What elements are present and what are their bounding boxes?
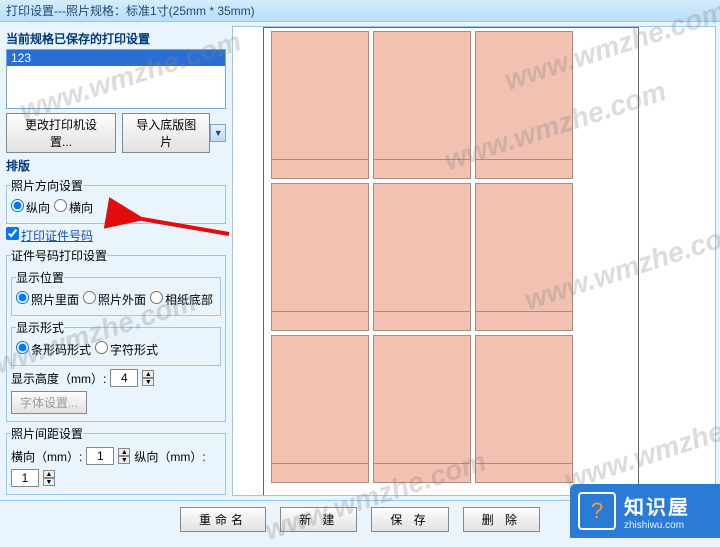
logo-cn: 知识屋 [624, 491, 690, 520]
change-printer-button[interactable]: 更改打印机设置... [6, 113, 116, 153]
delete-button[interactable]: 删 除 [463, 507, 540, 532]
layout-header: 排版 [6, 157, 226, 174]
preview-cell [475, 335, 573, 483]
height-spinner[interactable]: ▲▼ [142, 370, 154, 386]
height-input[interactable] [110, 369, 138, 387]
save-button[interactable]: 保 存 [371, 507, 448, 532]
spacing-group: 照片间距设置 横向（mm）: ▲▼ 纵向（mm）: ▲▼ [6, 425, 226, 495]
preview-cell [373, 183, 471, 331]
preview-cell [271, 31, 369, 179]
pos-paper-bottom[interactable]: 相纸底部 [150, 291, 213, 308]
preview-cell [271, 335, 369, 483]
id-settings-legend: 证件号码打印设置 [11, 247, 107, 264]
preview-cell [271, 183, 369, 331]
orientation-legend: 照片方向设置 [11, 177, 83, 194]
logo-icon: ? [578, 492, 616, 530]
id-settings-group: 证件号码打印设置 显示位置 照片里面 照片外面 相纸底部 显示形式 条形码形式 … [6, 247, 226, 422]
spacing-v-input[interactable] [11, 469, 39, 487]
orientation-landscape[interactable]: 横向 [54, 199, 93, 216]
logo-en: zhishiwu.com [624, 520, 690, 531]
preview-cell [373, 31, 471, 179]
preview-cell [475, 31, 573, 179]
new-button[interactable]: 新 建 [280, 507, 357, 532]
orientation-portrait[interactable]: 纵向 [11, 199, 50, 216]
main-area: 当前规格已保存的打印设置 123 更改打印机设置... 导入底版图片 ▼ 排版 … [0, 22, 720, 500]
saved-settings-list[interactable]: 123 [6, 49, 226, 109]
display-form-group: 显示形式 条形码形式 字符形式 [11, 319, 221, 366]
print-id-checkbox[interactable]: 打印证件号码 [6, 227, 93, 244]
preview-pane [232, 26, 716, 496]
saved-item[interactable]: 123 [7, 50, 225, 66]
preview-cell [373, 335, 471, 483]
display-position-group: 显示位置 照片里面 照片外面 相纸底部 [11, 269, 221, 316]
pos-outside[interactable]: 照片外面 [83, 291, 146, 308]
font-settings-button: 字体设置... [11, 391, 87, 414]
preview-grid [271, 31, 573, 483]
form-text[interactable]: 字符形式 [95, 341, 158, 358]
orientation-group: 照片方向设置 纵向 横向 [6, 177, 226, 224]
count-group: 照片数量设置 排满整页 自定义张数 横向张数: ▲▼ 纵向张数: ▲▼ [6, 498, 226, 500]
rename-button[interactable]: 重命名 [180, 507, 266, 532]
site-logo-badge: ? 知识屋 zhishiwu.com [570, 484, 720, 538]
spacing-h-input[interactable] [86, 447, 114, 465]
pos-inside[interactable]: 照片里面 [16, 291, 79, 308]
chevron-down-icon[interactable]: ▼ [210, 124, 226, 142]
window-titlebar: 打印设置---照片规格：标准1寸(25mm * 35mm) [0, 0, 720, 22]
spacing-v-spinner[interactable]: ▲▼ [43, 470, 55, 486]
left-panel: 当前规格已保存的打印设置 123 更改打印机设置... 导入底版图片 ▼ 排版 … [0, 22, 232, 500]
import-template-button[interactable]: 导入底版图片 [122, 113, 210, 153]
height-label: 显示高度（mm）: [11, 370, 106, 387]
saved-settings-title: 当前规格已保存的打印设置 [6, 30, 226, 47]
spacing-h-spinner[interactable]: ▲▼ [118, 448, 130, 464]
preview-cell [475, 183, 573, 331]
import-template-dropdown[interactable]: 导入底版图片 ▼ [122, 113, 226, 153]
form-barcode[interactable]: 条形码形式 [16, 341, 91, 358]
